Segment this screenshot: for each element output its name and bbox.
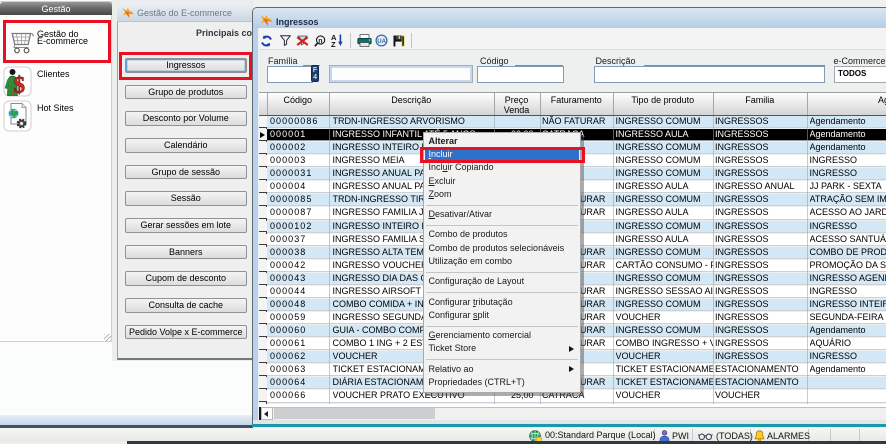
svg-text:UA: UA	[377, 39, 386, 45]
svg-text:$: $	[14, 73, 26, 98]
svg-text:Z: Z	[331, 40, 336, 47]
svg-text:n: n	[318, 38, 322, 45]
